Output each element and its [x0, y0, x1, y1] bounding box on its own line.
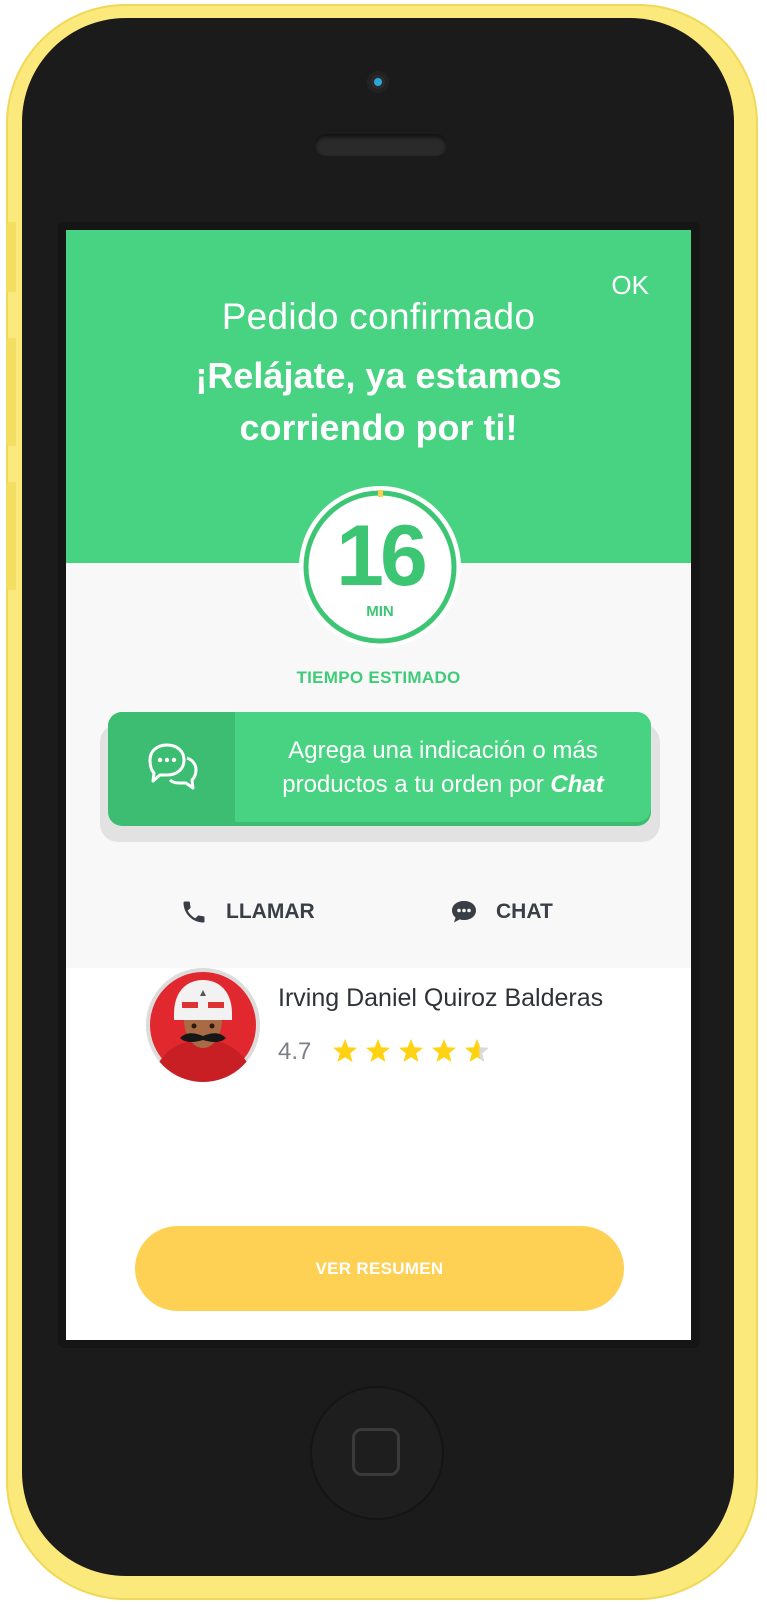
driver-profile: Irving Daniel Quiroz Balderas 4.7: [146, 968, 646, 1088]
chat-label: CHAT: [496, 900, 553, 923]
view-summary-button[interactable]: VER RESUMEN: [135, 1226, 624, 1311]
rating-stars: [333, 1039, 489, 1062]
volume-down-button: [6, 482, 16, 590]
mute-switch: [6, 222, 16, 292]
volume-up-button: [6, 338, 16, 446]
eta-label: TIEMPO ESTIMADO: [296, 668, 461, 687]
home-button: [310, 1386, 444, 1520]
chat-bubble-icon: [452, 901, 476, 923]
confirmation-title: ¡Relájate, ya estamos corriendo por ti!: [195, 355, 562, 448]
app-screen: OK Pedido confirmado ¡Relájate, ya estam…: [66, 230, 691, 1340]
star-icon: [333, 1039, 357, 1062]
eta-minutes: 16: [336, 508, 428, 604]
eta-timer: 16 MIN: [298, 485, 462, 649]
earpiece-speaker: [315, 134, 447, 156]
phone-icon: [183, 901, 205, 923]
call-label: LLAMAR: [226, 900, 315, 923]
star-icon: [366, 1039, 390, 1062]
front-camera: [367, 71, 389, 93]
eta-unit: MIN: [366, 603, 394, 620]
chat-prompt-text: Agrega una indicación o más productos a …: [235, 734, 651, 802]
home-button-square-icon: [352, 1428, 400, 1476]
call-button[interactable]: LLAMAR: [180, 894, 315, 930]
driver-rating-value: 4.7: [278, 1038, 312, 1065]
partial-star-icon: [465, 1039, 489, 1062]
chat-button[interactable]: CHAT: [450, 894, 553, 930]
chat-prompt-emphasis: Chat: [550, 771, 604, 798]
star-icon: [432, 1039, 456, 1062]
driver-name: Irving Daniel Quiroz Balderas: [278, 984, 604, 1012]
order-status-subtitle: Pedido confirmado: [221, 296, 536, 337]
chat-prompt-card[interactable]: Agrega una indicación o más productos a …: [108, 712, 651, 822]
chat-bubbles-icon: [148, 743, 198, 790]
driver-avatar: [146, 968, 260, 1082]
star-icon: [399, 1039, 423, 1062]
